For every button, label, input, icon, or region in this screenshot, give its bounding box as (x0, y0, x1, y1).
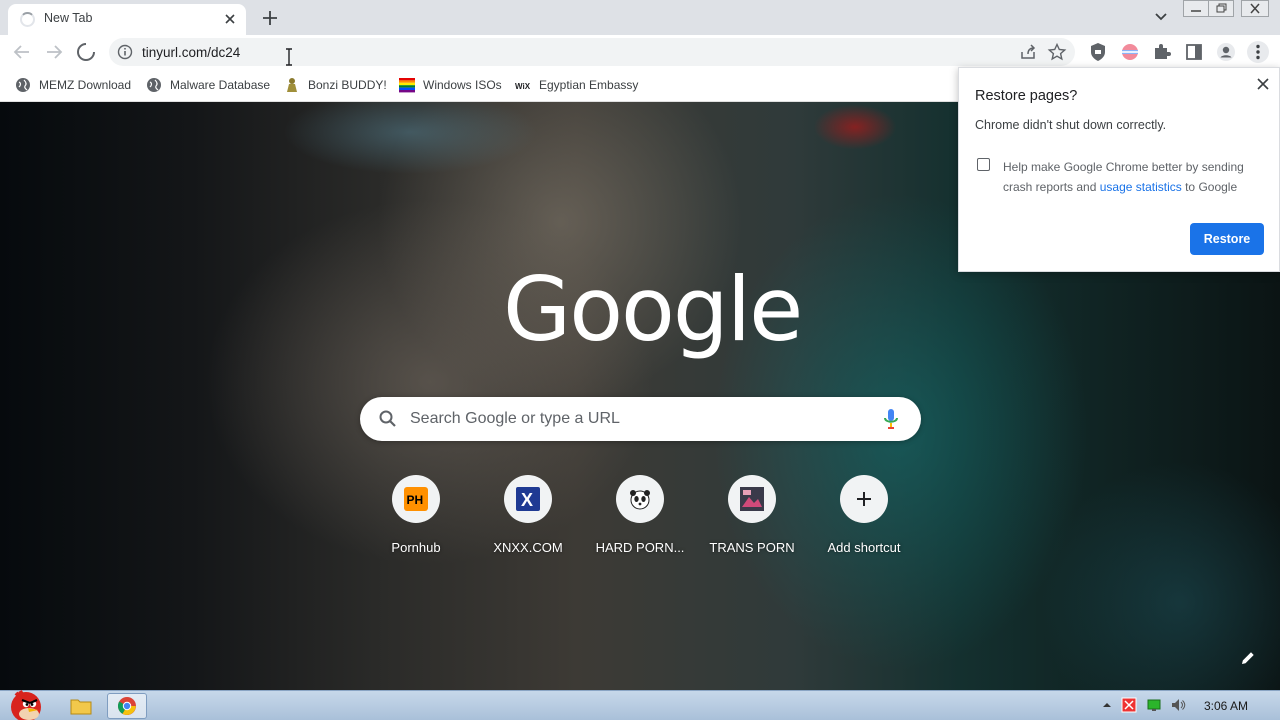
side-panel-icon[interactable] (1182, 40, 1206, 64)
panda-icon (630, 490, 650, 510)
taskbar-clock[interactable]: 3:06 AM (1196, 699, 1256, 713)
chrome-icon (117, 697, 136, 715)
bookmark-bonzi-buddy[interactable]: Bonzi BUDDY! (284, 76, 387, 94)
search-box[interactable] (360, 397, 921, 441)
bookmark-memz-download[interactable]: MEMZ Download (15, 76, 131, 94)
shortcut-favicon: PH (392, 475, 440, 523)
tab-search-chevron-icon[interactable] (1150, 6, 1172, 28)
search-icon (379, 410, 396, 427)
shortcut-label: TRANS PORN (709, 540, 795, 555)
folder-icon (70, 699, 92, 715)
shortcut-label: HARD PORN... (595, 540, 685, 555)
bookmark-star-icon[interactable] (1047, 42, 1067, 62)
bookmark-label: Malware Database (170, 78, 271, 92)
xnxx-icon: X (516, 487, 540, 511)
svg-text:X: X (521, 490, 533, 510)
close-tab-icon[interactable] (220, 9, 240, 29)
url-text[interactable]: tinyurl.com/dc24 (142, 45, 240, 60)
globe-icon (16, 78, 30, 92)
shortcut-tile[interactable]: HARD PORN... (584, 475, 696, 565)
profile-avatar-icon[interactable] (1214, 40, 1238, 64)
svg-text:WiX: WiX (515, 82, 531, 91)
volume-icon[interactable] (1170, 697, 1186, 713)
minimize-button[interactable] (1183, 0, 1209, 18)
shortcut-tile[interactable]: X XNXX.COM (472, 475, 584, 565)
wix-icon: WiX (515, 82, 531, 91)
customize-pencil-icon[interactable] (1238, 648, 1258, 668)
bookmark-label: Bonzi BUDDY! (308, 78, 387, 92)
security-shield-tray-icon[interactable] (1121, 697, 1137, 713)
tab-title: New Tab (44, 11, 93, 25)
shortcut-favicon (728, 475, 776, 523)
shortcut-label: Add shortcut (827, 540, 901, 555)
back-button[interactable] (10, 40, 34, 64)
dialog-message: Chrome didn't shut down correctly. (975, 118, 1167, 132)
bonzi-icon (287, 78, 297, 92)
forward-button[interactable] (42, 40, 66, 64)
svg-text:PH: PH (407, 493, 424, 507)
plus-icon (857, 492, 871, 506)
shortcut-label: XNXX.COM (493, 540, 563, 555)
close-window-button[interactable] (1241, 0, 1269, 18)
tab-strip: New Tab (0, 0, 1280, 35)
image-icon (740, 487, 764, 511)
shortcut-favicon (616, 475, 664, 523)
chrome-menu-icon[interactable] (1246, 40, 1270, 64)
tab-new-tab[interactable]: New Tab (8, 4, 246, 35)
bookmark-egyptian-embassy[interactable]: WiX Egyptian Embassy (515, 76, 638, 94)
google-logo: Google (503, 258, 803, 361)
bookmark-windows-isos[interactable]: Windows ISOs (399, 76, 502, 94)
bookmark-label: Egyptian Embassy (539, 78, 639, 92)
toolbar: tinyurl.com/dc24 (0, 35, 1280, 69)
new-tab-button[interactable] (258, 6, 282, 30)
site-info-icon[interactable] (117, 44, 133, 60)
shortcut-label: Pornhub (391, 540, 441, 555)
ublock-extension-icon[interactable] (1086, 40, 1110, 64)
pornhub-icon: PH (404, 487, 428, 511)
taskbar-chrome-button[interactable] (107, 693, 147, 719)
restore-window-button[interactable] (1208, 0, 1234, 18)
bookmark-label: Windows ISOs (423, 78, 502, 92)
search-input[interactable] (410, 407, 870, 431)
loading-spinner-icon (20, 12, 35, 27)
network-monitor-tray-icon[interactable] (1146, 697, 1162, 713)
rainbow-flag-icon (399, 78, 415, 93)
dialog-title: Restore pages? (975, 88, 1078, 104)
address-bar[interactable]: tinyurl.com/dc24 (109, 38, 1075, 66)
globe-icon (147, 78, 161, 92)
stop-loading-button[interactable] (74, 40, 98, 64)
bookmark-malware-database[interactable]: Malware Database (146, 76, 270, 94)
share-icon[interactable] (1019, 43, 1037, 61)
shortcut-tile[interactable]: Add shortcut (808, 475, 920, 565)
close-icon[interactable] (1255, 76, 1271, 92)
shortcut-tile[interactable]: TRANS PORN (696, 475, 808, 565)
voice-search-mic-icon[interactable] (881, 407, 901, 431)
crash-report-checkbox[interactable] (977, 158, 990, 171)
profile-extension-icon[interactable] (1118, 40, 1142, 64)
restore-pages-dialog: Restore pages? Chrome didn't shut down c… (958, 67, 1280, 272)
ibeam-cursor-icon (286, 48, 292, 66)
taskbar: 3:06 AM (0, 690, 1280, 720)
show-hidden-icons-icon[interactable] (1099, 697, 1115, 713)
bookmark-label: MEMZ Download (39, 78, 132, 92)
taskbar-explorer-button[interactable] (61, 693, 101, 719)
restore-button[interactable]: Restore (1190, 223, 1264, 255)
checkbox-label: Help make Google Chrome better by sendin… (1003, 160, 1244, 194)
shortcut-tile[interactable]: PH Pornhub (360, 475, 472, 565)
angry-bird-start-button[interactable] (2, 685, 48, 720)
add-shortcut-button[interactable] (840, 475, 888, 523)
usage-statistics-link[interactable]: usage statistics (1100, 180, 1182, 194)
extensions-puzzle-icon[interactable] (1150, 40, 1174, 64)
shortcut-favicon: X (504, 475, 552, 523)
